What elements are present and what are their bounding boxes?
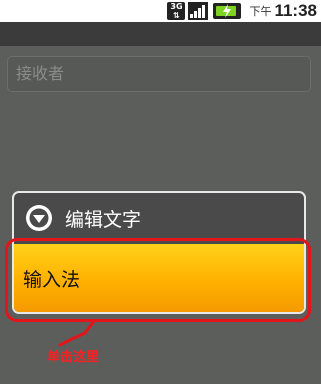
chevron-down-circle-icon	[26, 205, 52, 231]
title-strip	[0, 22, 321, 46]
status-icons: 3G ⇅ 下午 11:38	[167, 0, 321, 22]
charging-bolt-icon	[223, 4, 232, 18]
signal-icon	[188, 2, 209, 20]
time-ampm: 下午	[249, 5, 272, 18]
network-arrows: ⇅	[173, 11, 180, 20]
status-bar: 3G ⇅ 下午 11:38	[0, 0, 321, 22]
menu-title: 编辑文字	[65, 208, 142, 231]
annotation-label: 单击这里	[47, 350, 100, 365]
recipient-input[interactable]: 接收者	[7, 56, 311, 92]
battery-icon	[213, 3, 242, 19]
menu-header: 编辑文字	[14, 193, 304, 243]
clock: 11:38	[274, 1, 317, 20]
3g-icon: 3G ⇅	[167, 2, 186, 20]
annotation-outline	[5, 238, 311, 322]
annotation-arrow	[58, 319, 96, 347]
network-label: 3G	[170, 2, 183, 11]
